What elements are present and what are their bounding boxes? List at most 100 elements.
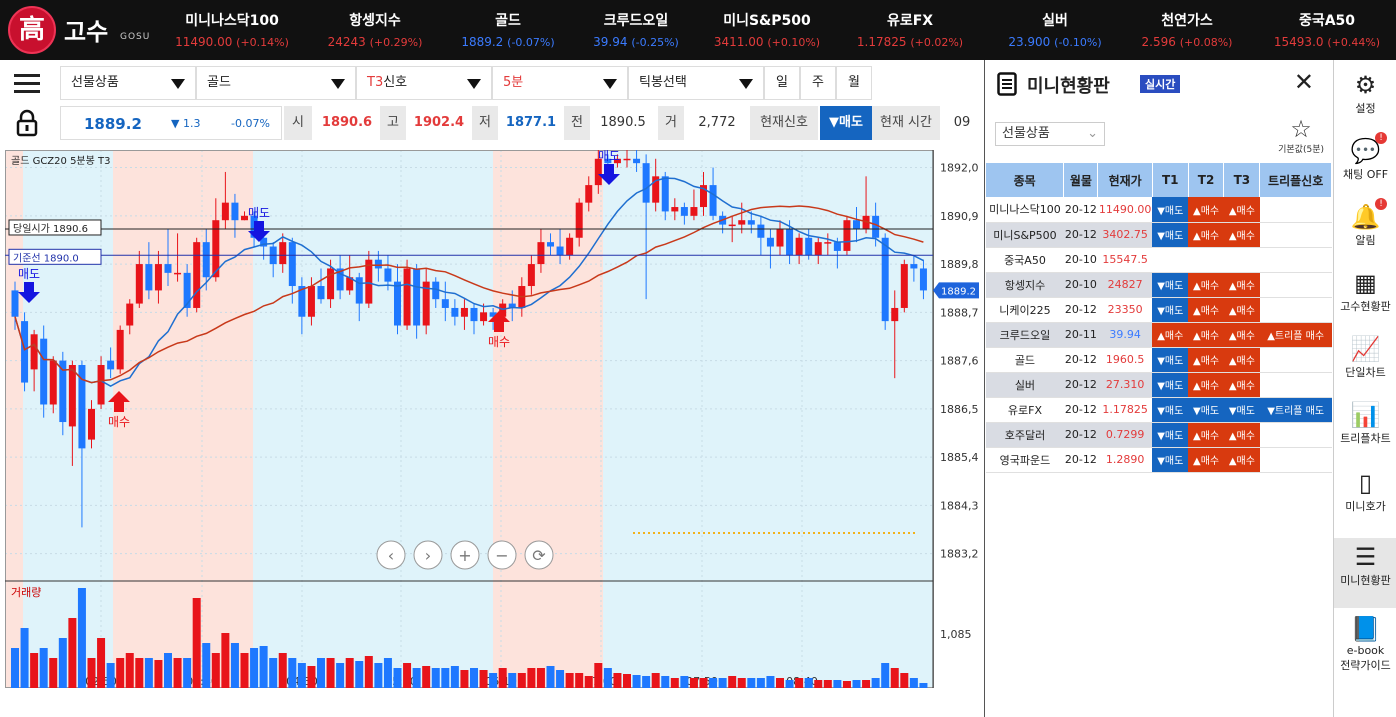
candle-body	[11, 290, 19, 317]
table-row[interactable]: 미니S&P500 20-12 3402.75 ▼매도 ▲매수 ▲매수	[986, 222, 1332, 248]
ticker-8[interactable]: 중국A50 15493.0 (+0.44%)	[1257, 10, 1396, 49]
ticker-5[interactable]: 유로FX 1.17825 (+0.02%)	[840, 10, 980, 49]
row-month: 20-12	[1063, 197, 1098, 223]
open-label: 시	[284, 106, 312, 140]
sidebar-item-7[interactable]: ☰ 미니현황판	[1334, 538, 1396, 608]
table-header-6[interactable]: 트리플신호	[1259, 163, 1332, 197]
ticker-1[interactable]: 항셍지수 24243 (+0.29%)	[305, 10, 445, 49]
table-row[interactable]: 골드 20-12 1960.5 ▼매도 ▲매수 ▲매수	[986, 347, 1332, 373]
table-row[interactable]: 항셍지수 20-10 24827 ▼매도 ▲매수 ▲매수	[986, 272, 1332, 298]
volume-bar	[106, 663, 115, 688]
chart-header: 골드 GCZ20 5분봉 T3	[11, 155, 110, 167]
y-tick-label: 1890,9	[940, 210, 979, 223]
signal-tr: ▲트리플 매수	[1259, 322, 1332, 348]
candle-select[interactable]: 틱봉선택	[628, 66, 764, 100]
candle-body	[623, 158, 631, 161]
ticker-7[interactable]: 천연가스 2.596 (+0.08%)	[1117, 10, 1257, 49]
volume-bar	[460, 670, 469, 688]
volume-bar	[900, 673, 909, 688]
candle-body	[814, 242, 822, 256]
signal-band	[493, 150, 603, 688]
candle-body	[394, 281, 401, 326]
ticker-3[interactable]: 크루드오일 39.94 (-0.25%)	[566, 10, 706, 49]
table-header-1[interactable]: 월물	[1063, 163, 1099, 197]
table-row[interactable]: 니케이225 20-12 23350 ▼매도 ▲매수 ▲매수	[986, 297, 1332, 323]
close-icon[interactable]: ✕	[1294, 68, 1314, 96]
scroll-right-icon-glyph: ›	[425, 546, 431, 565]
row-name: 크루드오일	[986, 322, 1064, 348]
product-select[interactable]: 선물상품	[60, 66, 196, 100]
sidebar-item-1[interactable]: 💬 채팅 OFF!	[1334, 132, 1396, 196]
signal-tr	[1259, 272, 1332, 298]
candle-body	[68, 365, 76, 427]
table-row[interactable]: 실버 20-12 27.310 ▼매도 ▲매수 ▲매수	[986, 372, 1332, 398]
price-change-pct: -0.07%	[231, 117, 270, 130]
logo-seal: 高	[8, 6, 56, 54]
ticker-0[interactable]: 미니나스닥100 11490.00 (+0.14%)	[162, 10, 302, 49]
ticker-value: 2.596	[1141, 35, 1176, 49]
sidebar-item-4[interactable]: 📈 단일차트	[1334, 330, 1396, 394]
candle-body	[460, 307, 468, 317]
candle-body	[154, 264, 162, 291]
sidebar-item-3[interactable]: ▦ 고수현황판	[1334, 264, 1396, 328]
lock-icon[interactable]	[14, 106, 42, 140]
item-select[interactable]: 골드	[196, 66, 356, 100]
quote-box: 1889.2 ▼ 1.3 -0.07%	[60, 106, 282, 140]
volume-bar	[230, 643, 239, 688]
favorite-default[interactable]: ☆ 기본값(5분)	[1278, 116, 1324, 155]
panel-product-select[interactable]: 선물상품 ⌄	[995, 122, 1105, 146]
table-header-5[interactable]: T3	[1223, 163, 1261, 197]
ticker-2[interactable]: 골드 1889.2 (-0.07%)	[438, 10, 578, 49]
ticker-value: 24243	[327, 35, 366, 49]
list-icon: ☰	[1354, 543, 1377, 571]
sidebar-label2: 전략가이드	[1340, 659, 1391, 672]
ticker-name: 골드	[495, 13, 521, 29]
volume-bar	[336, 663, 345, 688]
sidebar-item-8[interactable]: 📘 e-book 전략가이드	[1334, 610, 1396, 674]
ticker-name: 항셍지수	[349, 13, 401, 29]
table-row[interactable]: 유로FX 20-12 1.17825 ▼매도 ▼매도 ▼매도 ▼트리플 매도	[986, 397, 1332, 423]
ticker-value-line: 3411.00 (+0.10%)	[697, 35, 837, 49]
y-tick-label: 1889,8	[940, 258, 979, 271]
sidebar-item-6[interactable]: ▯ 미니호가	[1334, 464, 1396, 528]
table-row[interactable]: 크루드오일 20-11 39.94 ▲매수 ▲매수 ▲매수 ▲트리플 매수	[986, 322, 1332, 348]
chart-svg[interactable]: 1892,0 1890,9 1889,8 1888,7 1887,6 1886,5 1885…	[5, 136, 983, 690]
signal-tr	[1259, 347, 1332, 373]
signal-select[interactable]: T3신호	[356, 66, 492, 100]
table-header-0[interactable]: 종목	[986, 163, 1065, 197]
row-month: 20-12	[1063, 297, 1098, 323]
volume-bar	[412, 668, 421, 688]
table-row[interactable]: 미니나스닥100 20-12 11490.00 ▼매도 ▲매수 ▲매수	[986, 197, 1332, 223]
table-row[interactable]: 중국A50 20-10 15547.5	[986, 247, 1332, 273]
row-month: 20-12	[1063, 347, 1098, 373]
volume-bar	[326, 658, 335, 688]
volume-bar	[479, 670, 488, 688]
table-header-3[interactable]: T1	[1152, 163, 1189, 197]
period-month-button[interactable]: 월	[836, 66, 872, 100]
sidebar-item-0[interactable]: ⚙ 설정	[1334, 66, 1396, 130]
ticker-6[interactable]: 실버 23.900 (-0.10%)	[985, 10, 1125, 49]
ticker-value-line: 23.900 (-0.10%)	[985, 35, 1125, 49]
signal-t1: ▼매도	[1152, 272, 1189, 298]
sidebar-item-2[interactable]: 🔔 알림!	[1334, 198, 1396, 262]
hamburger-menu-icon[interactable]	[0, 66, 54, 100]
period-week-button[interactable]: 주	[800, 66, 836, 100]
table-header-4[interactable]: T2	[1188, 163, 1225, 197]
price-chart[interactable]: 1892,0 1890,9 1889,8 1888,7 1887,6 1886,5 1885…	[5, 136, 983, 690]
gosu-logo[interactable]: 高 고수 GOSU	[8, 6, 158, 54]
period-day-button[interactable]: 일	[764, 66, 800, 100]
table-header-2[interactable]: 현재가	[1097, 163, 1153, 197]
table-row[interactable]: 영국파운드 20-12 1.2890 ▼매도 ▲매수 ▲매수	[986, 447, 1332, 473]
y-tick-label: 1884,3	[940, 499, 979, 512]
candle-body	[174, 272, 182, 275]
right-sidebar: ⚙ 설정 💬 채팅 OFF! 🔔 알림! ▦ 고수현황판 📈 단일차트 📊 트리플차트 ▯ 미니호가 ☰ 미니…	[1333, 60, 1396, 717]
sidebar-item-5[interactable]: 📊 트리플차트	[1334, 396, 1396, 460]
volume-bar	[661, 676, 670, 688]
ticker-value-line: 2.596 (+0.08%)	[1117, 35, 1257, 49]
row-month: 20-12	[1063, 372, 1098, 398]
row-price: 1960.5	[1097, 347, 1153, 373]
volume-bar	[364, 656, 373, 688]
table-row[interactable]: 호주달러 20-12 0.7299 ▼매도 ▲매수 ▲매수	[986, 422, 1332, 448]
ticker-4[interactable]: 미니S&P500 3411.00 (+0.10%)	[697, 10, 837, 49]
interval-select[interactable]: 5분	[492, 66, 628, 100]
